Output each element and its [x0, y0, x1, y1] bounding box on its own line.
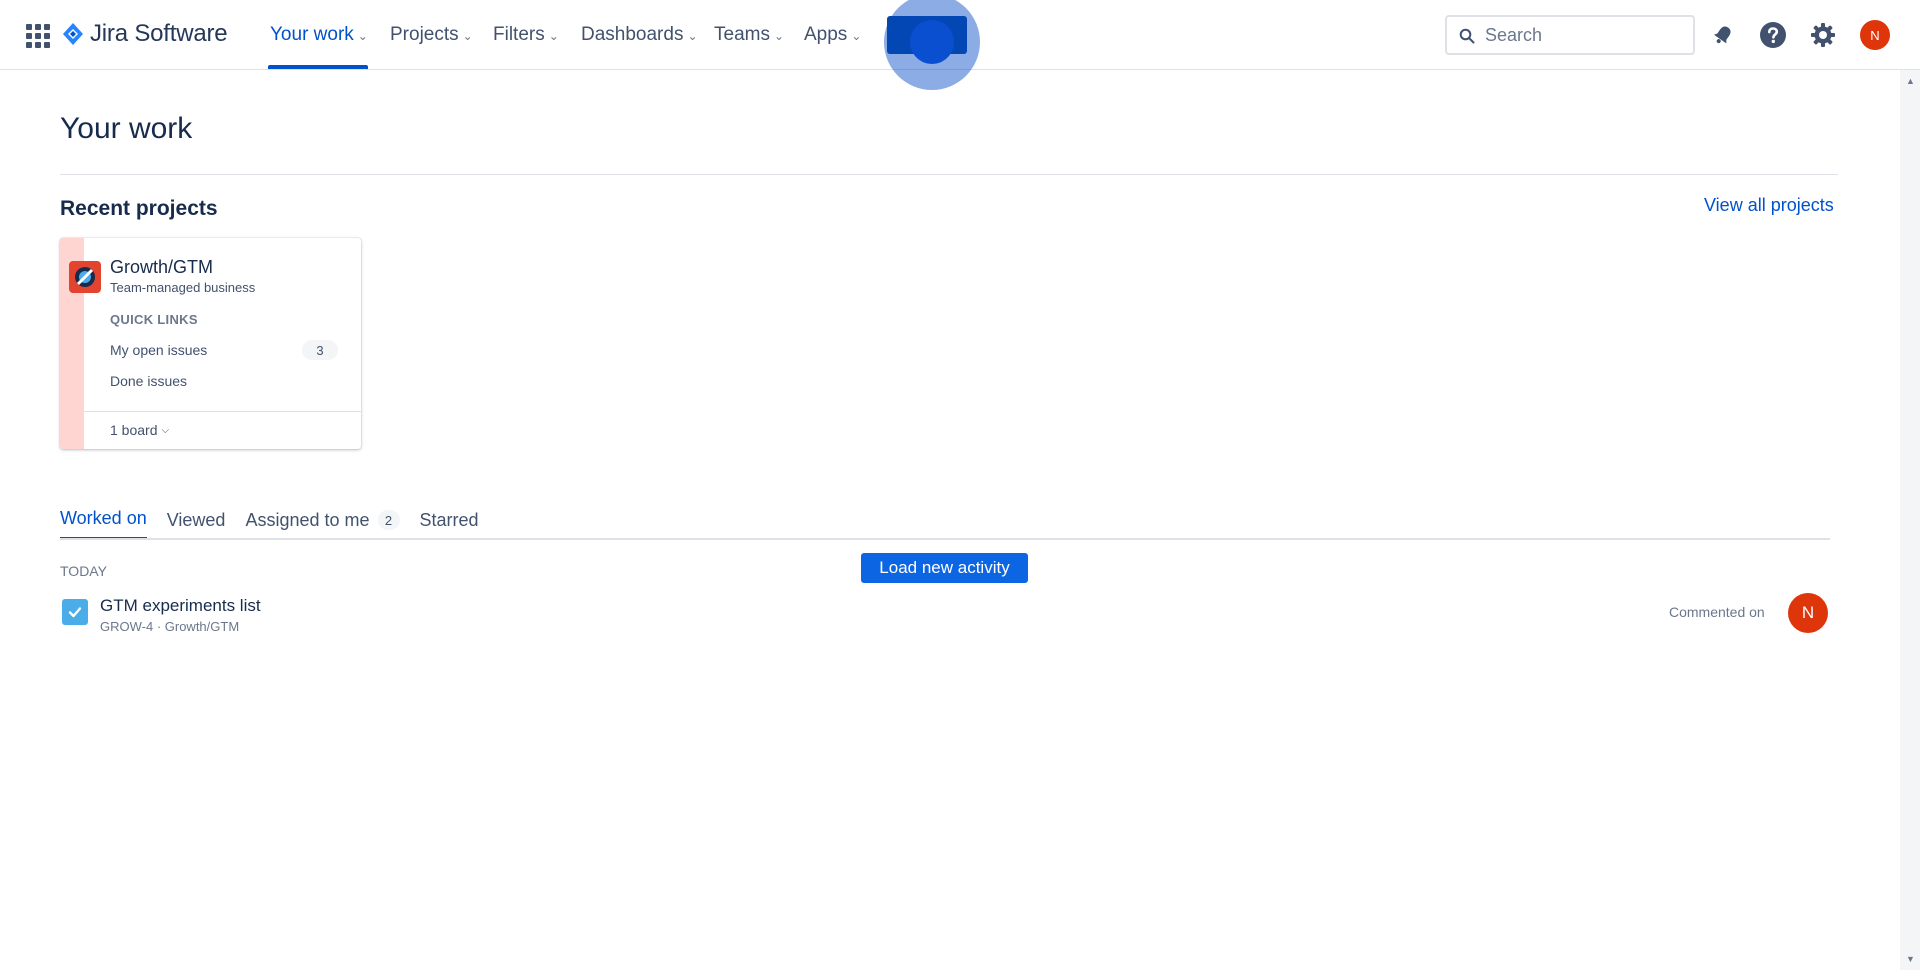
tab-starred[interactable]: Starred: [420, 508, 479, 540]
activity-tabs: Worked on Viewed Assigned to me 2 Starre…: [60, 508, 479, 540]
tabs-divider: [60, 538, 1830, 540]
project-name[interactable]: Growth/GTM: [110, 257, 213, 278]
quick-link-my-open-issues[interactable]: My open issues: [110, 342, 207, 358]
date-group-label: TODAY: [60, 563, 107, 579]
gear-icon: [1811, 23, 1835, 47]
tab-starred-label: Starred: [419, 509, 479, 530]
tab-assigned-to-me[interactable]: Assigned to me 2: [245, 508, 400, 540]
nav-your-work[interactable]: Your work ⌄: [270, 24, 368, 46]
card-divider: [84, 411, 361, 412]
nav-apps[interactable]: Apps ⌄: [804, 24, 861, 46]
activity-user-avatar: N: [1788, 593, 1828, 633]
nav-dashboards[interactable]: Dashboards ⌄: [581, 24, 698, 46]
task-checkbox-icon: [62, 599, 88, 625]
chevron-down-icon: ⌄: [357, 29, 368, 43]
search-input[interactable]: [1485, 24, 1675, 46]
nav-dashboards-label: Dashboards: [581, 24, 684, 45]
active-nav-indicator: [268, 65, 368, 69]
activity-action-label: Commented on: [1669, 604, 1765, 620]
settings-button[interactable]: [1808, 20, 1838, 50]
load-new-activity-button[interactable]: Load new activity: [861, 553, 1028, 583]
page-title: Your work: [60, 112, 193, 145]
open-issues-count-badge: 3: [302, 340, 338, 360]
tab-worked-on[interactable]: Worked on: [60, 508, 147, 540]
scroll-up-arrow-icon[interactable]: ▲: [1906, 76, 1915, 86]
notifications-button[interactable]: [1708, 20, 1738, 50]
project-avatar-icon: [69, 261, 101, 293]
nav-your-work-label: Your work: [270, 24, 354, 45]
nav-teams-label: Teams: [714, 24, 770, 45]
create-button[interactable]: C: [887, 16, 967, 54]
chevron-down-icon: ⌵: [161, 424, 170, 436]
chevron-down-icon: ⌄: [773, 29, 785, 43]
tab-viewed[interactable]: Viewed: [167, 508, 226, 540]
bell-icon: [1713, 26, 1731, 44]
issue-title[interactable]: GTM experiments list: [100, 596, 261, 616]
chevron-down-icon: ⌄: [462, 29, 473, 43]
top-navigation: Jira Software Your work ⌄ Projects ⌄ Fil…: [0, 0, 1920, 70]
tab-worked-on-label: Worked on: [60, 508, 147, 528]
issue-meta: GROW-4 · Growth/GTM: [100, 619, 240, 634]
chevron-down-icon: ⌄: [548, 29, 559, 43]
tab-assigned-label: Assigned to me: [245, 509, 370, 530]
scroll-down-arrow-icon[interactable]: ▼: [1906, 954, 1915, 964]
chevron-down-icon: ⌄: [851, 29, 862, 43]
page-scrollbar[interactable]: ▲ ▼: [1900, 70, 1920, 970]
boards-dropdown[interactable]: 1 board ⌵: [110, 422, 169, 438]
quick-link-done-issues[interactable]: Done issues: [110, 373, 187, 389]
jira-logo[interactable]: Jira Software: [62, 20, 228, 48]
boards-dropdown-label: 1 board: [110, 422, 158, 438]
assigned-count-badge: 2: [377, 510, 400, 530]
help-button[interactable]: [1758, 20, 1788, 50]
title-divider: [60, 174, 1838, 175]
quick-links-label: QUICK LINKS: [110, 312, 198, 327]
nav-filters[interactable]: Filters ⌄: [493, 24, 559, 46]
jira-diamond-icon: [63, 23, 83, 45]
logo-text: Jira Software: [90, 20, 228, 47]
nav-filters-label: Filters: [493, 24, 545, 45]
recent-projects-heading: Recent projects: [60, 197, 218, 220]
profile-avatar[interactable]: N: [1860, 20, 1890, 50]
nav-projects[interactable]: Projects ⌄: [390, 24, 473, 46]
activity-item[interactable]: GTM experiments list GROW-4 · Growth/GTM…: [60, 590, 1830, 640]
grid-icon[interactable]: [24, 22, 50, 48]
nav-projects-label: Projects: [390, 24, 459, 45]
tab-viewed-label: Viewed: [166, 509, 226, 530]
search-icon: [1459, 28, 1475, 44]
search-box[interactable]: [1445, 15, 1695, 55]
nav-apps-label: Apps: [804, 24, 848, 45]
project-card[interactable]: Growth/GTM Team-managed business QUICK L…: [60, 238, 361, 449]
chevron-down-icon: ⌄: [687, 29, 698, 43]
help-icon: [1760, 22, 1786, 48]
nav-teams[interactable]: Teams ⌄: [714, 24, 784, 46]
view-all-projects-link[interactable]: View all projects: [1704, 195, 1834, 216]
project-type: Team-managed business: [110, 280, 256, 295]
